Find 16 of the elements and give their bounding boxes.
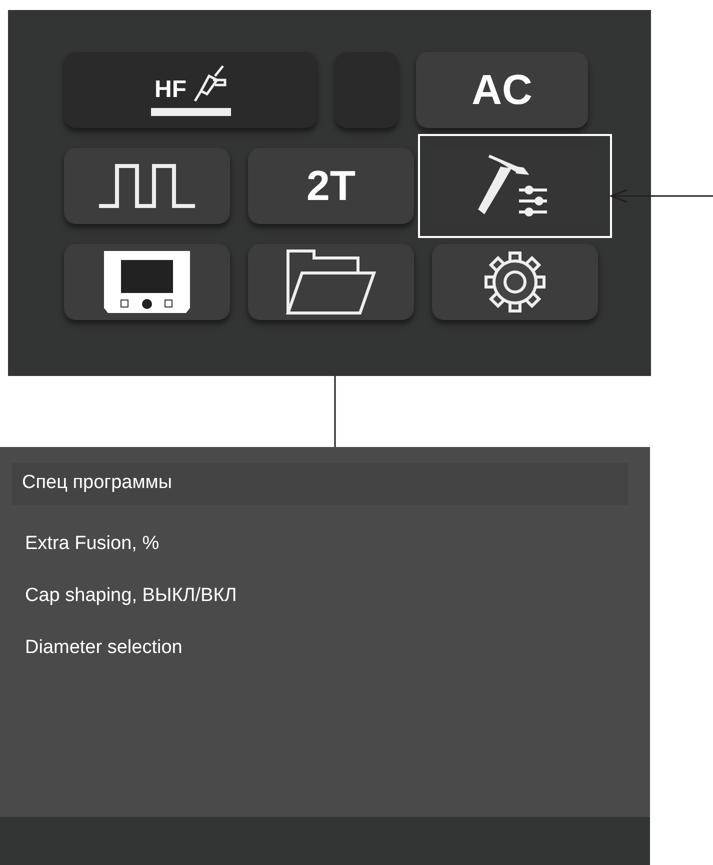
folder-icon [286, 249, 376, 315]
menu-title: Спец программы [12, 463, 628, 505]
mode-tile[interactable]: HF [64, 52, 317, 128]
menu-item[interactable]: Diameter selection [0, 622, 650, 674]
device-panel-icon [102, 250, 192, 314]
mode-tile[interactable] [432, 244, 598, 320]
settings-icon [483, 250, 547, 314]
menu-item[interactable]: Extra Fusion, % [0, 518, 650, 570]
mode-tile[interactable] [64, 244, 230, 320]
mode-tile[interactable] [335, 52, 398, 128]
mode-tile[interactable] [64, 148, 230, 224]
mode-tile[interactable]: 2T [248, 148, 414, 224]
pulse-wave-icon [97, 163, 197, 209]
mode-tile[interactable] [248, 244, 414, 320]
menu-item[interactable]: Cap shaping, ВЫКЛ/ВКЛ [0, 570, 650, 622]
mode-tile[interactable]: AC [416, 52, 588, 128]
